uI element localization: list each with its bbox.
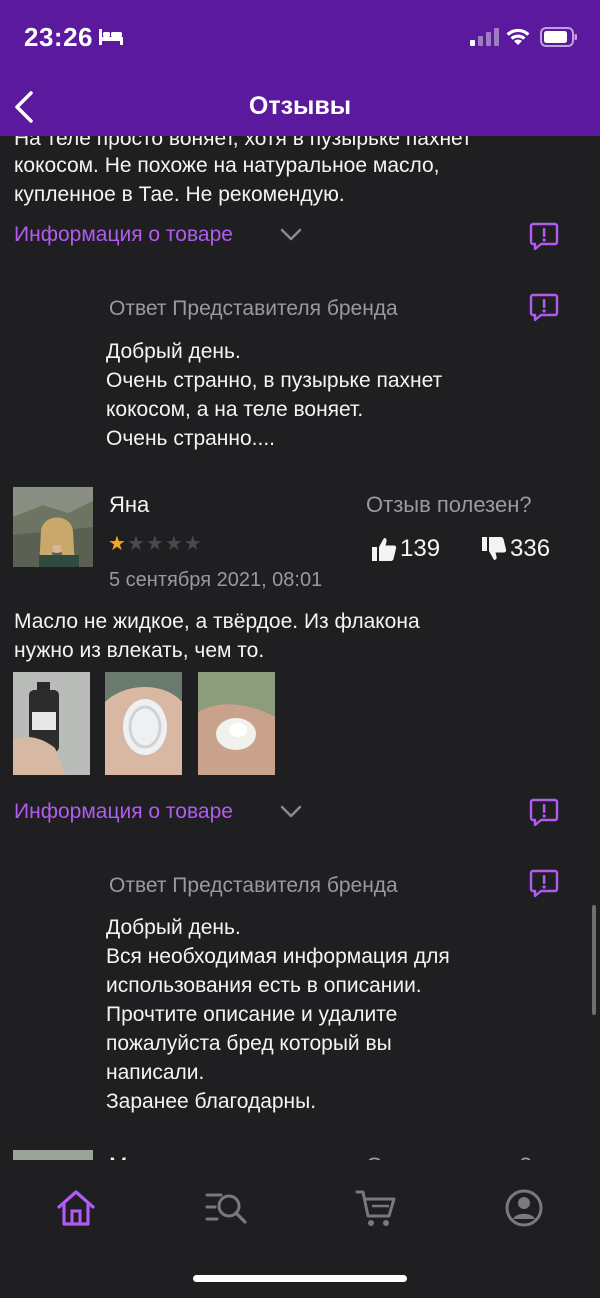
star-icon: ★ xyxy=(164,533,184,555)
chevron-down-icon[interactable] xyxy=(280,228,302,242)
star-icon: ★ xyxy=(145,533,165,555)
home-indicator[interactable] xyxy=(193,1275,407,1282)
review-author: Яна xyxy=(109,492,150,517)
home-icon[interactable] xyxy=(54,1186,98,1230)
sleep-mode-icon xyxy=(99,29,123,45)
brand-reply-label: Ответ Представителя бренда xyxy=(109,297,398,320)
avatar xyxy=(13,1150,93,1160)
star-icon: ★ xyxy=(126,533,146,555)
avatar xyxy=(13,487,93,567)
wifi-icon xyxy=(506,28,530,45)
brand-reply-text-line: написали. xyxy=(106,1061,205,1084)
header: 23:26 Отзывы xyxy=(0,0,600,136)
status-time: 23:26 xyxy=(24,22,93,52)
thumbs-up-icon xyxy=(372,538,397,561)
like-button[interactable]: 139 xyxy=(370,535,440,563)
brand-reply-text-line: Добрый день. xyxy=(106,916,241,939)
report-icon[interactable] xyxy=(529,221,559,251)
scrollbar[interactable] xyxy=(592,905,596,1015)
brand-reply-text-line: Прочтите описание и удалите xyxy=(106,1003,398,1026)
review-photo[interactable] xyxy=(198,672,275,775)
catalog-search-icon[interactable] xyxy=(204,1186,248,1230)
thumbs-down-icon xyxy=(482,537,507,560)
review-text-line: кокосом. Не похоже на натуральное масло, xyxy=(14,154,440,177)
brand-reply-text-line: Очень странно, в пузырьке пахнет xyxy=(106,369,443,392)
brand-reply-text-line: кокосом, а на теле воняет. xyxy=(106,398,364,421)
tab-bar xyxy=(0,1160,600,1298)
profile-icon[interactable] xyxy=(502,1186,546,1230)
report-icon[interactable] xyxy=(529,292,559,322)
star-icon: ★ xyxy=(108,533,127,555)
product-info-link[interactable]: Информация о товаре xyxy=(14,223,233,247)
brand-reply-text-line: Очень странно.... xyxy=(106,427,276,450)
review-text-line: Масло не жидкое, а твёрдое. Из флакона xyxy=(14,610,420,633)
review-text-line: купленное в Тае. Не рекомендую. xyxy=(14,183,345,206)
brand-reply-text-line: использования есть в описании. xyxy=(106,974,422,997)
page-title: Отзывы xyxy=(248,92,352,120)
helpful-label: Отзыв полезен? xyxy=(366,1151,532,1160)
dislike-count: 336 xyxy=(510,535,551,562)
signal-icon xyxy=(470,28,499,46)
review-author: Марина xyxy=(109,1151,189,1160)
chevron-down-icon[interactable] xyxy=(280,805,302,819)
review-date: 5 сентября 2021, 08:01 xyxy=(109,569,323,591)
report-icon[interactable] xyxy=(529,868,559,898)
like-count: 139 xyxy=(400,535,441,562)
report-icon[interactable] xyxy=(529,797,559,827)
review-photo[interactable] xyxy=(13,672,90,775)
brand-reply-label: Ответ Представителя бренда xyxy=(109,874,398,897)
review-photo[interactable] xyxy=(105,672,182,775)
brand-reply-text-line: Добрый день. xyxy=(106,340,241,363)
review-text-line: нужно из влекать, чем то. xyxy=(14,639,265,662)
reviews-list[interactable]: На теле просто воняет, хотя в пузырьке п… xyxy=(0,0,600,1160)
helpful-label: Отзыв полезен? xyxy=(366,492,532,517)
product-info-link[interactable]: Информация о товаре xyxy=(14,800,233,824)
battery-icon xyxy=(540,27,577,47)
brand-reply-text-line: Заранее благодарны. xyxy=(106,1090,317,1113)
dislike-button[interactable]: 336 xyxy=(480,535,550,563)
cart-icon[interactable] xyxy=(354,1186,398,1230)
brand-reply-text-line: Вся необходимая информация для xyxy=(106,945,450,968)
star-icon: ★ xyxy=(183,533,203,555)
brand-reply-text-line: пожалуйста бред который вы xyxy=(106,1032,392,1055)
star-rating: ★★★★★ xyxy=(108,531,203,556)
